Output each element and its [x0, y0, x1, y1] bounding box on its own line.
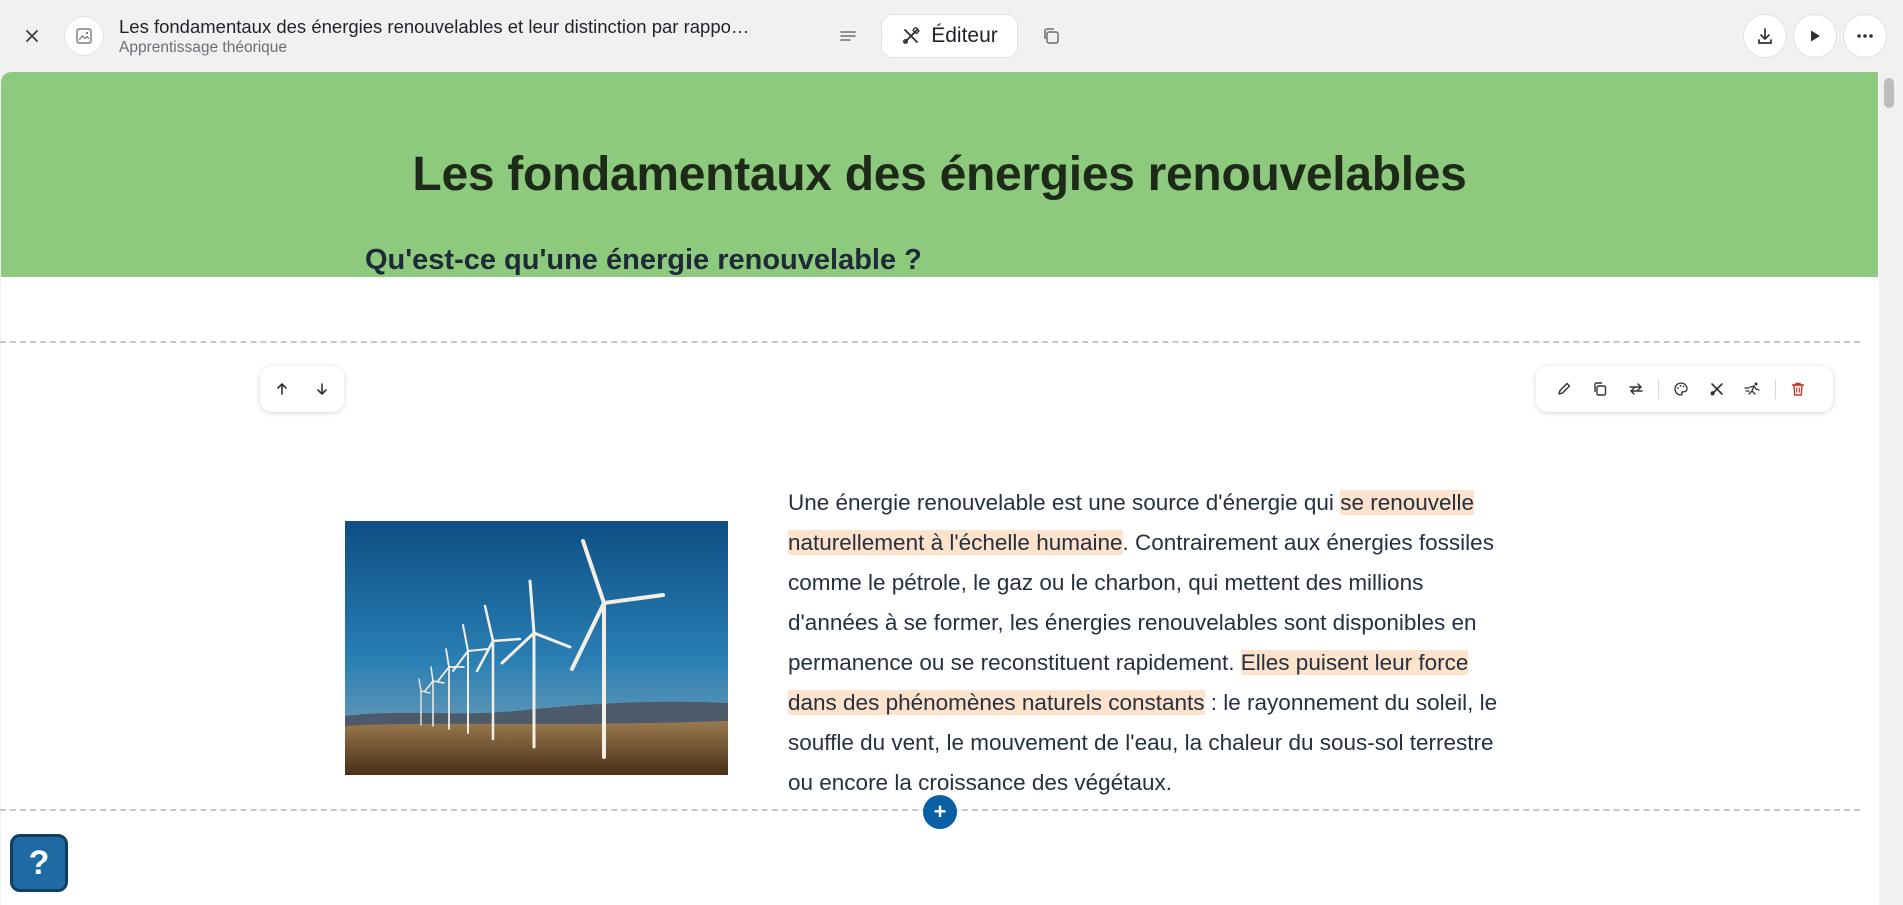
- banner-title[interactable]: Les fondamentaux des énergies renouvelab…: [412, 147, 1466, 202]
- block-move-controls: [260, 366, 344, 412]
- play-icon: [1811, 30, 1820, 42]
- duplicate-button[interactable]: [1033, 18, 1069, 54]
- cover-image-button[interactable]: [64, 16, 104, 56]
- pencil-icon: [1558, 382, 1571, 395]
- swap-layout-button[interactable]: [1618, 371, 1654, 407]
- arrow-up-icon: [277, 383, 287, 395]
- paragraph-segment: Une énergie renouvelable est une source …: [788, 490, 1341, 515]
- editor-button[interactable]: Éditeur: [881, 14, 1018, 58]
- top-bar: Les fondamentaux des énergies renouvelab…: [0, 0, 1903, 72]
- wind-turbines-photo: [345, 521, 728, 775]
- outline-button[interactable]: [830, 18, 866, 54]
- download-icon: [1758, 28, 1772, 44]
- close-icon: [26, 30, 38, 42]
- add-block-button[interactable]: +: [923, 795, 957, 829]
- document-title[interactable]: Les fondamentaux des énergies renouvelab…: [119, 16, 749, 38]
- tools-icon: [903, 27, 920, 44]
- toolbar-separator: [1775, 379, 1776, 399]
- preview-button[interactable]: [1793, 14, 1837, 58]
- more-options-button[interactable]: [1843, 14, 1887, 58]
- style-button[interactable]: [1663, 371, 1699, 407]
- vertical-scrollbar[interactable]: [1880, 72, 1903, 905]
- copy-icon: [1594, 382, 1607, 396]
- copy-icon: [1044, 28, 1059, 44]
- move-down-button[interactable]: [304, 371, 340, 407]
- animation-button[interactable]: [1735, 371, 1771, 407]
- tools-icon: [1710, 383, 1723, 396]
- scrollbar-thumb[interactable]: [1884, 78, 1894, 108]
- text-lines-icon: [840, 31, 856, 41]
- block-edit-toolbar: [1536, 366, 1833, 412]
- runner-icon: [1744, 382, 1760, 395]
- document-subtitle: Apprentissage théorique: [119, 39, 288, 56]
- duplicate-block-button[interactable]: [1582, 371, 1618, 407]
- palette-icon: [1674, 382, 1688, 396]
- download-button[interactable]: [1743, 14, 1787, 58]
- arrow-down-icon: [317, 383, 327, 395]
- more-horizontal-icon: [1857, 34, 1873, 38]
- toolbar-separator: [1658, 379, 1659, 399]
- title-banner[interactable]: Les fondamentaux des énergies renouvelab…: [1, 72, 1878, 277]
- trash-icon: [1791, 382, 1805, 396]
- move-up-button[interactable]: [264, 371, 300, 407]
- wind-turbines-image[interactable]: [345, 521, 728, 775]
- swap-arrows-icon: [1629, 383, 1643, 395]
- edit-block-button[interactable]: [1546, 371, 1582, 407]
- editor-label: Éditeur: [931, 24, 998, 47]
- paragraph-text[interactable]: Une énergie renouvelable est une source …: [788, 483, 1518, 803]
- tools-button[interactable]: [1699, 371, 1735, 407]
- block-divider: [0, 341, 1860, 343]
- close-button[interactable]: [14, 18, 50, 54]
- image-icon: [76, 28, 92, 44]
- help-button[interactable]: ?: [10, 834, 68, 892]
- delete-block-button[interactable]: [1780, 371, 1816, 407]
- section-heading[interactable]: Qu'est-ce qu'une énergie renouvelable ?: [365, 244, 922, 277]
